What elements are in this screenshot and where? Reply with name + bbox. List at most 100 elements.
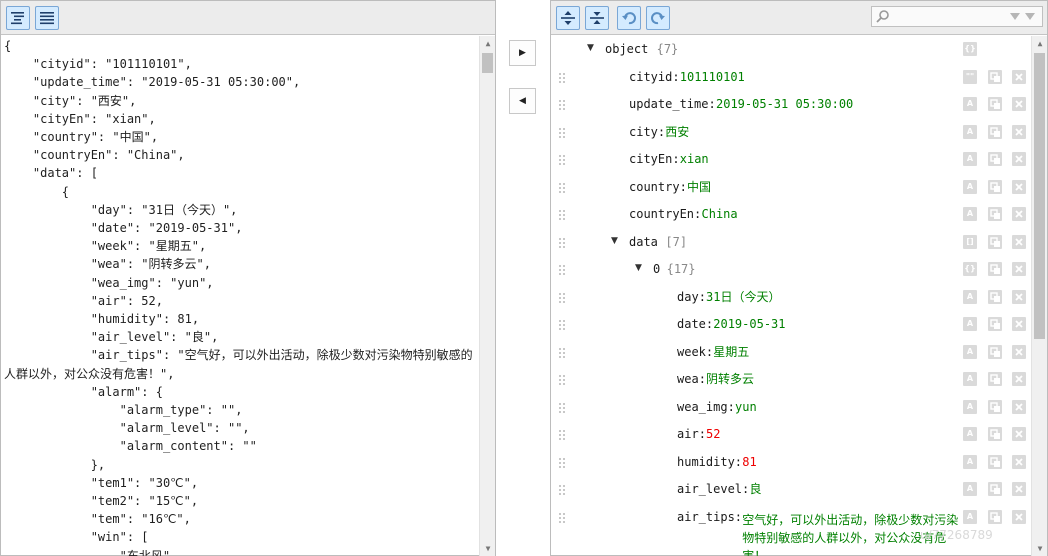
tree-editor-scrollbar[interactable]: ▲ ▼ bbox=[1031, 36, 1047, 556]
duplicate-icon[interactable] bbox=[988, 152, 1002, 166]
drag-handle-icon[interactable] bbox=[559, 375, 567, 385]
type-menu-icon[interactable]: A bbox=[963, 317, 977, 331]
type-menu-icon[interactable]: A bbox=[963, 482, 977, 496]
drag-handle-icon[interactable] bbox=[559, 430, 567, 440]
code-editor-scroll-thumb[interactable] bbox=[482, 53, 493, 73]
type-menu-icon[interactable]: A bbox=[963, 179, 977, 194]
duplicate-icon[interactable] bbox=[988, 179, 1002, 194]
tree-row[interactable]: cityid: 101110101 "" bbox=[551, 64, 1031, 92]
tree-row[interactable]: ▼ 0 {17} {} bbox=[551, 256, 1031, 284]
tree-field-key[interactable]: country bbox=[629, 180, 680, 194]
collapse-all-button[interactable] bbox=[585, 6, 609, 30]
compact-button[interactable] bbox=[35, 6, 59, 30]
tree-field-key[interactable]: countryEn bbox=[629, 207, 694, 221]
tree-row[interactable]: wea: 阴转多云 A bbox=[551, 366, 1031, 394]
drag-handle-icon[interactable] bbox=[559, 155, 567, 165]
remove-icon[interactable] bbox=[1012, 454, 1026, 469]
tree-field-value[interactable]: 101110101 bbox=[680, 64, 745, 92]
duplicate-icon[interactable] bbox=[988, 234, 1002, 249]
tree-field-value[interactable]: 中国 bbox=[687, 174, 711, 202]
tree-field-value[interactable]: 81 bbox=[742, 449, 756, 477]
drag-handle-icon[interactable] bbox=[559, 237, 567, 248]
type-menu-icon[interactable]: A bbox=[963, 372, 977, 386]
drag-handle-icon[interactable] bbox=[559, 127, 567, 138]
tree-row[interactable]: wea_img: yun A bbox=[551, 394, 1031, 422]
drag-handle-icon[interactable] bbox=[559, 100, 567, 110]
tree-field-value[interactable]: 星期五 bbox=[713, 339, 749, 367]
type-menu-icon[interactable]: A bbox=[963, 399, 977, 414]
drag-handle-icon[interactable] bbox=[559, 72, 567, 83]
tree-row[interactable]: air_level: 良 A bbox=[551, 476, 1031, 504]
tree-field-value[interactable]: 西安 bbox=[665, 119, 689, 147]
tree-field-value[interactable]: yun bbox=[735, 394, 757, 422]
copy-to-tree-button[interactable]: ▶ bbox=[509, 40, 536, 66]
duplicate-icon[interactable] bbox=[988, 289, 1002, 304]
type-menu-icon[interactable]: [] bbox=[963, 234, 977, 249]
duplicate-icon[interactable] bbox=[988, 207, 1002, 221]
tree-field-value[interactable]: 2019-05-31 bbox=[713, 311, 785, 339]
tree-field-key[interactable]: wea_img bbox=[677, 400, 728, 414]
drag-handle-icon[interactable] bbox=[559, 210, 567, 220]
tree-row[interactable]: humidity: 81 A bbox=[551, 449, 1031, 477]
tree-row[interactable]: ▼ data [7] [] bbox=[551, 229, 1031, 257]
drag-handle-icon[interactable] bbox=[559, 182, 567, 193]
tree-field-key[interactable]: wea bbox=[677, 372, 699, 386]
tree-field-value[interactable]: 2019-05-31 05:30:00 bbox=[716, 91, 853, 119]
tree-row[interactable]: air_tips: 空气好，可以外出活动，除极少数对污染物特别敏感的人群以外，对公… bbox=[551, 504, 1031, 556]
type-menu-icon[interactable]: A bbox=[963, 97, 977, 111]
duplicate-icon[interactable] bbox=[988, 97, 1002, 111]
type-menu-icon[interactable]: A bbox=[963, 207, 977, 221]
remove-icon[interactable] bbox=[1012, 179, 1026, 194]
tree-field-key[interactable]: update_time bbox=[629, 97, 708, 111]
tree-field-key[interactable]: week bbox=[677, 345, 706, 359]
remove-icon[interactable] bbox=[1012, 399, 1026, 414]
tree-field-key[interactable]: cityEn bbox=[629, 152, 672, 166]
tree-row[interactable]: air: 52 A bbox=[551, 421, 1031, 449]
remove-icon[interactable] bbox=[1012, 289, 1026, 304]
remove-icon[interactable] bbox=[1012, 152, 1026, 166]
remove-icon[interactable] bbox=[1012, 344, 1026, 359]
tree-row[interactable]: day: 31日（今天） A bbox=[551, 284, 1031, 312]
duplicate-icon[interactable] bbox=[988, 372, 1002, 386]
tree-field-value[interactable]: 52 bbox=[706, 421, 720, 449]
search-prev-icon[interactable] bbox=[1024, 12, 1036, 21]
drag-handle-icon[interactable] bbox=[559, 292, 567, 303]
drag-handle-icon[interactable] bbox=[559, 320, 567, 330]
tree-field-key[interactable]: cityid bbox=[629, 70, 672, 84]
tree-field-key[interactable]: air_tips bbox=[677, 510, 735, 524]
tree-node-key[interactable]: data bbox=[629, 229, 658, 257]
tree-field-value[interactable]: 31日（今天） bbox=[706, 284, 780, 312]
remove-icon[interactable] bbox=[1012, 262, 1026, 276]
drag-handle-icon[interactable] bbox=[559, 457, 567, 468]
copy-to-code-button[interactable]: ◀ bbox=[509, 88, 536, 114]
remove-icon[interactable] bbox=[1012, 482, 1026, 496]
duplicate-icon[interactable] bbox=[988, 317, 1002, 331]
duplicate-icon[interactable] bbox=[988, 482, 1002, 496]
tree-row[interactable]: date: 2019-05-31 A bbox=[551, 311, 1031, 339]
tree-field-key[interactable]: air bbox=[677, 427, 699, 441]
duplicate-icon[interactable] bbox=[988, 344, 1002, 359]
tree-row[interactable]: week: 星期五 A bbox=[551, 339, 1031, 367]
tree-row[interactable]: city: 西安 A bbox=[551, 119, 1031, 147]
tree-field-value[interactable]: 阴转多云 bbox=[706, 366, 754, 394]
tree-field-key[interactable]: date bbox=[677, 317, 706, 331]
type-menu-icon[interactable]: A bbox=[963, 289, 977, 304]
search-next-icon[interactable] bbox=[1009, 12, 1021, 21]
remove-icon[interactable] bbox=[1012, 207, 1026, 221]
tree-field-key[interactable]: air_level bbox=[677, 482, 742, 496]
remove-icon[interactable] bbox=[1012, 372, 1026, 386]
tree-row[interactable]: cityEn: xian A bbox=[551, 146, 1031, 174]
tree-field-value[interactable]: xian bbox=[680, 146, 709, 174]
tree-node-key[interactable]: 0 bbox=[653, 256, 660, 284]
tree-row[interactable]: ▼ object {7} {} bbox=[551, 36, 1031, 64]
type-menu-icon[interactable]: A bbox=[963, 509, 977, 524]
remove-icon[interactable] bbox=[1012, 124, 1026, 139]
drag-handle-icon[interactable] bbox=[559, 485, 567, 495]
duplicate-icon[interactable] bbox=[988, 262, 1002, 276]
format-button[interactable] bbox=[6, 6, 30, 30]
scroll-down-arrow-icon[interactable]: ▼ bbox=[1032, 541, 1048, 556]
expand-toggle-icon[interactable]: ▼ bbox=[611, 236, 618, 246]
type-menu-icon[interactable]: A bbox=[963, 454, 977, 469]
duplicate-icon[interactable] bbox=[988, 454, 1002, 469]
tree-editor-scroll-thumb[interactable] bbox=[1034, 53, 1045, 339]
